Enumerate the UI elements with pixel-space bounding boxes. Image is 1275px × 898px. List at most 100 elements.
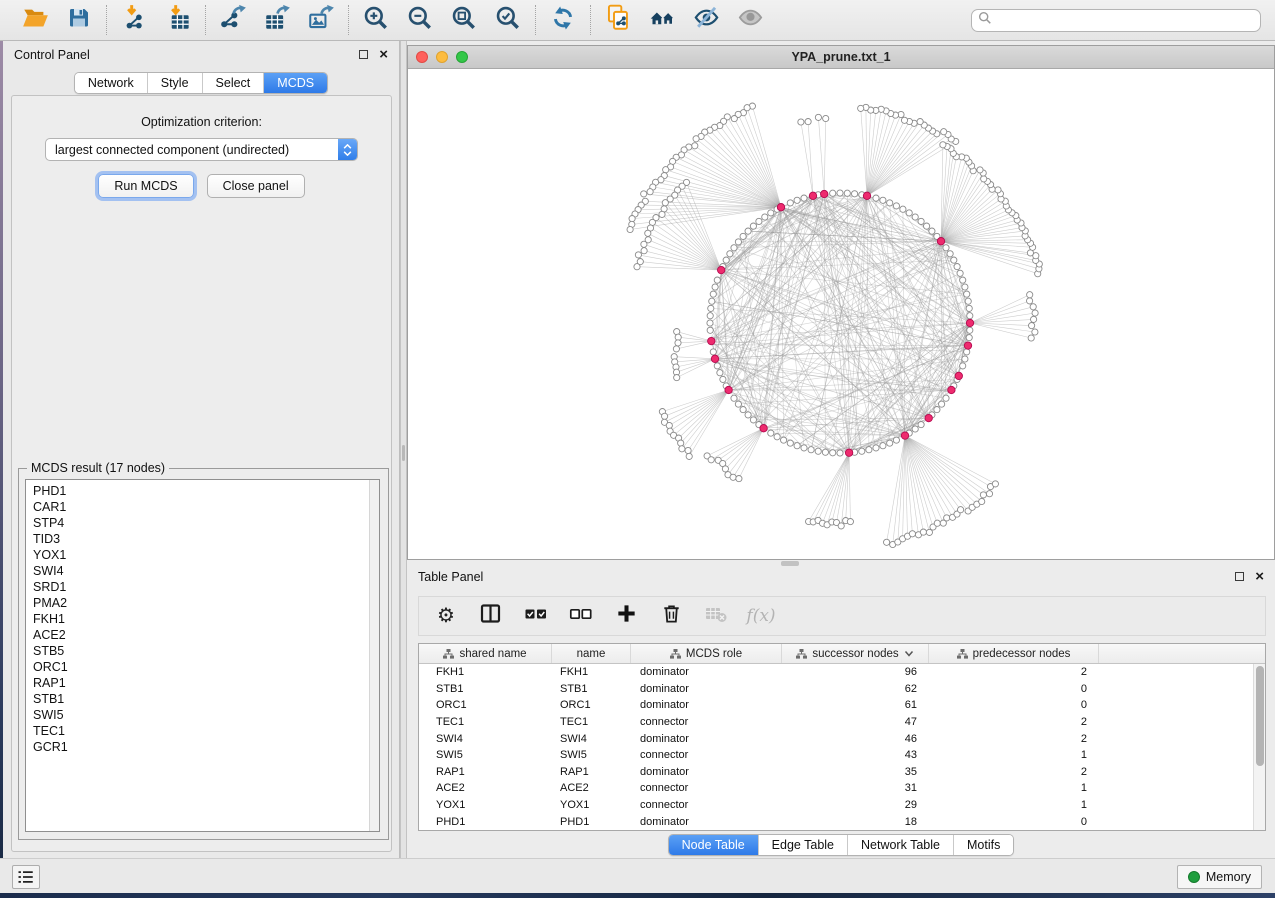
show-all-button[interactable] xyxy=(736,6,764,34)
new-network-from-selection-button[interactable] xyxy=(604,6,632,34)
checked-boxes-icon xyxy=(524,602,548,631)
table-row[interactable]: PHD1PHD1dominator180 xyxy=(419,813,1265,830)
mcds-result-item[interactable]: PMA2 xyxy=(33,595,369,611)
table-cell: 31 xyxy=(782,782,929,794)
export-table-button[interactable] xyxy=(263,6,291,34)
table-row[interactable]: TEC1TEC1connector472 xyxy=(419,714,1265,731)
table-scrollbar-thumb[interactable] xyxy=(1256,666,1264,766)
tab-style[interactable]: Style xyxy=(147,73,202,93)
column-header-mcds-role[interactable]: MCDS role xyxy=(631,644,782,663)
mcds-result-item[interactable]: GCR1 xyxy=(33,739,369,755)
mcds-result-item[interactable]: SRD1 xyxy=(33,579,369,595)
mcds-result-item[interactable]: SWI4 xyxy=(33,563,369,579)
deselect-all-button[interactable] xyxy=(566,601,596,631)
function-builder-button[interactable]: f(x) xyxy=(746,601,776,631)
tab-select[interactable]: Select xyxy=(202,73,264,93)
task-history-button[interactable] xyxy=(12,865,40,889)
mcds-result-item[interactable]: TID3 xyxy=(33,531,369,547)
float-panel-icon[interactable] xyxy=(359,50,368,59)
network-canvas[interactable] xyxy=(408,69,1274,559)
table-cell: YOX1 xyxy=(419,799,552,811)
run-mcds-button[interactable]: Run MCDS xyxy=(98,174,193,198)
zoom-out-button[interactable] xyxy=(406,6,434,34)
table-cell: 43 xyxy=(782,749,929,761)
tab-mcds[interactable]: MCDS xyxy=(263,73,327,93)
close-panel-icon[interactable]: × xyxy=(379,50,388,60)
table-row[interactable]: FKH1FKH1dominator962 xyxy=(419,664,1265,681)
zoom-fit-button[interactable] xyxy=(450,6,478,34)
memory-button[interactable]: Memory xyxy=(1177,865,1262,889)
close-panel-button[interactable]: Close panel xyxy=(207,174,305,198)
table-row[interactable]: SWI5SWI5connector431 xyxy=(419,747,1265,764)
tab-network[interactable]: Network xyxy=(75,73,147,93)
zoom-selected-icon xyxy=(495,5,521,36)
table-row[interactable]: RAP1RAP1dominator352 xyxy=(419,764,1265,781)
table-row[interactable]: ORC1ORC1dominator610 xyxy=(419,697,1265,714)
toolbar-search[interactable] xyxy=(971,9,1261,32)
column-type-icon xyxy=(957,649,968,659)
mcds-result-item[interactable]: FKH1 xyxy=(33,611,369,627)
refresh-layout-icon xyxy=(550,5,576,36)
delete-table-button[interactable] xyxy=(701,601,731,631)
search-input[interactable] xyxy=(997,13,1254,27)
table-settings-button[interactable]: ⚙ xyxy=(431,601,461,631)
mcds-result-item[interactable]: RAP1 xyxy=(33,675,369,691)
window-close-icon[interactable] xyxy=(416,51,428,63)
mcds-list-scrollbar[interactable] xyxy=(369,480,379,831)
mcds-result-item[interactable]: ORC1 xyxy=(33,659,369,675)
mcds-result-item[interactable]: STB5 xyxy=(33,643,369,659)
export-network-button[interactable] xyxy=(219,6,247,34)
export-image-button[interactable] xyxy=(307,6,335,34)
window-minimize-icon[interactable] xyxy=(436,51,448,63)
mcds-result-item[interactable]: PHD1 xyxy=(33,483,369,499)
vertical-splitter[interactable] xyxy=(400,41,407,858)
table-cell: SWI5 xyxy=(552,749,631,761)
column-header-predecessor-nodes[interactable]: predecessor nodes xyxy=(929,644,1099,663)
dropdown-stepper-icon xyxy=(338,138,357,161)
network-graph[interactable] xyxy=(408,69,1274,559)
table-cell: SWI4 xyxy=(419,733,552,745)
delete-column-button[interactable] xyxy=(656,601,686,631)
table-row[interactable]: YOX1YOX1connector291 xyxy=(419,797,1265,814)
mcds-result-item[interactable]: CAR1 xyxy=(33,499,369,515)
show-columns-button[interactable] xyxy=(476,601,506,631)
network-window-titlebar[interactable]: YPA_prune.txt_1 xyxy=(408,46,1274,69)
close-table-panel-icon[interactable]: × xyxy=(1255,572,1264,582)
mcds-result-item[interactable]: TEC1 xyxy=(33,723,369,739)
import-network-button[interactable] xyxy=(120,6,148,34)
column-header-name[interactable]: name xyxy=(552,644,631,663)
add-column-button[interactable] xyxy=(611,601,641,631)
optimization-criterion-select[interactable]: largest connected component (undirected) xyxy=(45,138,358,161)
table-row[interactable]: STB1STB1dominator620 xyxy=(419,681,1265,698)
mcds-result-item[interactable]: STB1 xyxy=(33,691,369,707)
mcds-result-item[interactable]: ACE2 xyxy=(33,627,369,643)
horizontal-splitter-handle[interactable] xyxy=(781,561,799,566)
table-scrollbar[interactable] xyxy=(1253,664,1265,830)
column-header-shared-name[interactable]: shared name xyxy=(419,644,552,663)
table-row[interactable]: SWI4SWI4dominator462 xyxy=(419,730,1265,747)
table-cell: dominator xyxy=(631,733,782,745)
column-header-successor-nodes[interactable]: successor nodes xyxy=(782,644,929,663)
mcds-result-item[interactable]: YOX1 xyxy=(33,547,369,563)
zoom-in-button[interactable] xyxy=(362,6,390,34)
open-folder-icon xyxy=(22,4,49,36)
trash-icon xyxy=(660,602,683,630)
hide-selected-button[interactable] xyxy=(692,6,720,34)
float-table-panel-icon[interactable] xyxy=(1235,572,1244,581)
zoom-selected-button[interactable] xyxy=(494,6,522,34)
mcds-result-item[interactable]: SWI5 xyxy=(33,707,369,723)
tab-edge-table[interactable]: Edge Table xyxy=(758,835,847,855)
tab-motifs[interactable]: Motifs xyxy=(953,835,1013,855)
splitter-handle[interactable] xyxy=(402,445,405,461)
tab-node-table[interactable]: Node Table xyxy=(669,835,758,855)
table-row[interactable]: ACE2ACE2connector311 xyxy=(419,780,1265,797)
first-neighbors-button[interactable] xyxy=(648,6,676,34)
open-file-button[interactable] xyxy=(21,6,49,34)
mcds-result-item[interactable]: STP4 xyxy=(33,515,369,531)
import-table-button[interactable] xyxy=(164,6,192,34)
save-session-button[interactable] xyxy=(65,6,93,34)
apply-layout-button[interactable] xyxy=(549,6,577,34)
tab-network-table[interactable]: Network Table xyxy=(847,835,953,855)
select-all-button[interactable] xyxy=(521,601,551,631)
window-maximize-icon[interactable] xyxy=(456,51,468,63)
